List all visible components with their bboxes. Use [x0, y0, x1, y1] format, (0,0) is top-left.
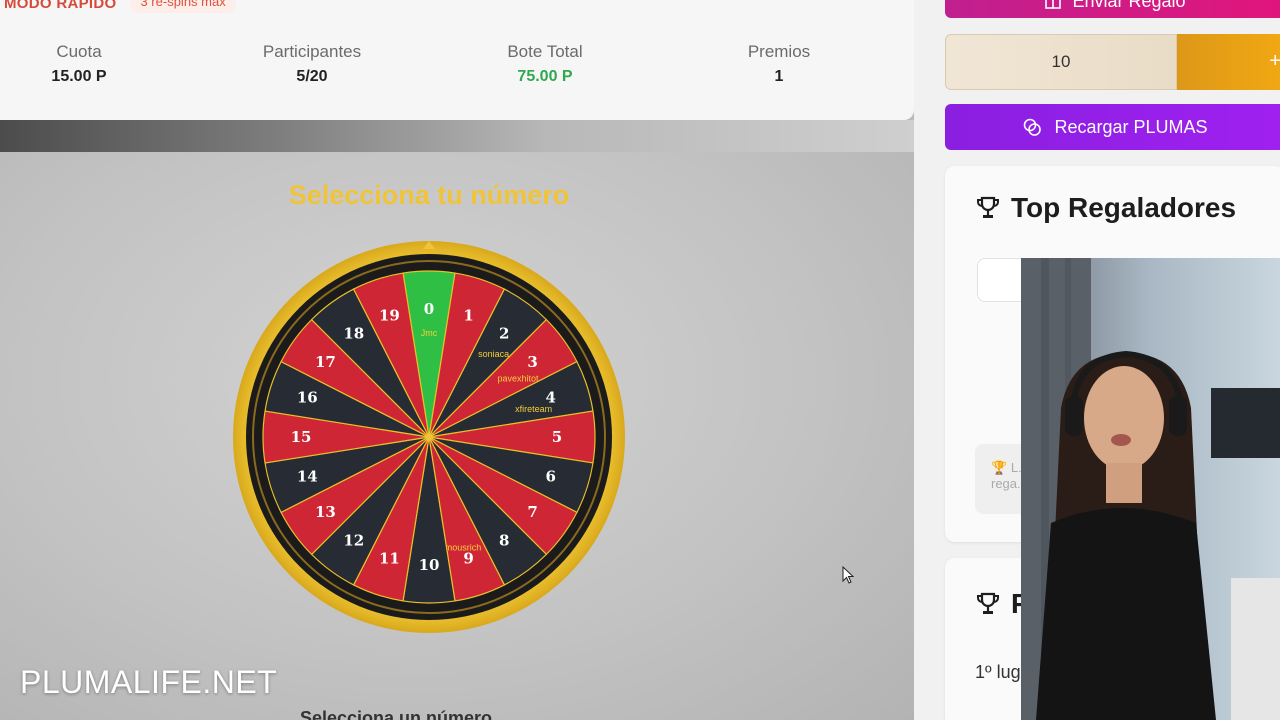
wheel-title: Selecciona tu número	[288, 180, 570, 210]
mode-label: MODO RÁPIDO	[4, 0, 117, 12]
mouse-cursor-icon	[842, 566, 855, 584]
gift-icon	[1045, 0, 1062, 9]
stat-label: Cuota	[56, 42, 102, 61]
stat-label: Participantes	[262, 42, 362, 61]
coins-icon	[1024, 118, 1042, 136]
wheel-slot-number: 12	[343, 532, 364, 550]
wheel-slot-number: 8	[499, 532, 509, 550]
wheel-slot-number: 19	[379, 306, 400, 324]
wheel-slot-number: 18	[343, 324, 364, 342]
wheel-slot-number: 16	[297, 388, 318, 406]
select-number-caption: Selecciona un número	[300, 708, 493, 720]
watermark: PLUMALIFE.NET	[20, 664, 278, 700]
mode-badge: 3 re-spins max	[130, 0, 236, 13]
trophy-icon	[977, 196, 999, 218]
wheel-slot-player: mousrich	[445, 543, 482, 553]
stat-premios: Premios 1	[679, 42, 879, 86]
wheel-slot-number: 6	[546, 468, 556, 486]
small-trophy-icon: 🏆	[991, 460, 1008, 475]
streamer-video-image	[1021, 258, 1280, 720]
send-gift-button[interactable]: Enviar Regalo	[945, 0, 1280, 18]
wheel-slot-player: soniaca	[478, 349, 509, 359]
wheel-slot-number: 5	[552, 428, 562, 446]
wheel-slot-number: 10	[419, 556, 440, 574]
top-gifters-title: Top Regaladores	[975, 192, 1236, 224]
roulette-wheel[interactable]: 0Jmc12soniaca 3pavexhitot4xfireteam56789m…	[232, 240, 626, 634]
first-place-label: 1º lug	[975, 662, 1021, 682]
wheel-slot-number: 11	[379, 550, 400, 568]
wheel-slot-player: Jmc	[421, 328, 438, 338]
wheel-slot-number: 2	[499, 324, 509, 342]
recharge-plumas-button[interactable]: Recargar PLUMAS	[945, 104, 1280, 150]
wheel-slot-number: 14	[297, 468, 318, 486]
wheel-slot-number: 17	[315, 353, 336, 371]
wheel-slot-player: xfireteam	[515, 404, 552, 414]
stats-card: MODO RÁPIDO 3 re-spins max Cuota 15.00 P…	[0, 0, 914, 120]
wheel-slot-number: 3	[527, 353, 537, 371]
wheel-hub	[426, 434, 432, 440]
stat-value: 15.00 P	[51, 68, 107, 85]
amount-increase-button[interactable]: +	[1177, 34, 1280, 90]
wheel-slot-player: pavexhitot	[497, 373, 539, 383]
webcam-overlay	[1021, 258, 1280, 720]
stat-label: Bote Total	[507, 42, 583, 61]
mode-row: MODO RÁPIDO 3 re-spins max	[4, 0, 236, 13]
stat-value: 1	[774, 68, 784, 85]
wheel-slot-number: 13	[315, 503, 336, 521]
stat-value: 5/20	[296, 68, 328, 85]
stat-cuota: Cuota 15.00 P	[0, 42, 179, 86]
top-gifters-label: Top Regaladores	[1011, 192, 1237, 223]
recharge-plumas-label: Recargar PLUMAS	[1054, 116, 1208, 137]
stat-participantes: Participantes 5/20	[212, 42, 412, 86]
section-divider	[0, 120, 914, 152]
send-gift-label: Enviar Regalo	[1072, 0, 1186, 11]
amount-row: 10 +	[945, 34, 1280, 90]
stat-label: Premios	[747, 42, 811, 61]
wheel-slot-number: 1	[463, 306, 473, 324]
stat-value: 75.00 P	[517, 68, 573, 85]
gift-amount-input[interactable]: 10	[945, 34, 1177, 90]
stat-bote-total: Bote Total 75.00 P	[445, 42, 645, 86]
trophy-icon	[977, 592, 999, 614]
wheel-slot-number: 7	[527, 503, 537, 521]
wheel-slot-number: 15	[291, 428, 312, 446]
wheel-slot-number: 0	[424, 300, 434, 318]
